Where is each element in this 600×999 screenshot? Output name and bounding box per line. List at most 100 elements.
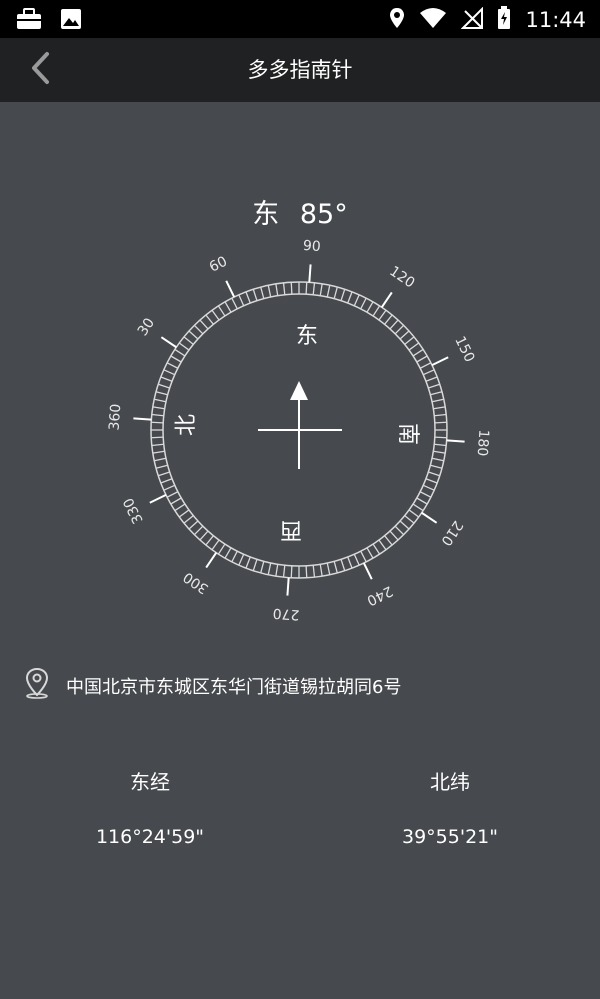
compass-degree-label: 150	[451, 334, 477, 365]
compass-major-tick	[286, 577, 290, 596]
compass-minor-tick	[434, 421, 447, 424]
heading-degrees: 85°	[299, 199, 348, 230]
compass-minor-tick	[188, 330, 199, 340]
latitude-label: 北纬	[430, 770, 470, 794]
compass-minor-tick	[360, 550, 367, 563]
compass-minor-tick	[378, 309, 387, 321]
compass-minor-tick	[252, 559, 258, 571]
wifi-icon	[419, 7, 447, 33]
compass-minor-tick	[152, 450, 165, 454]
compass-minor-tick	[416, 355, 428, 363]
compass-degree-label: 210	[437, 517, 465, 548]
compass-minor-tick	[245, 556, 251, 569]
compass-minor-tick	[434, 443, 447, 447]
compass-minor-tick	[394, 525, 405, 536]
compass-minor-tick	[404, 336, 415, 345]
back-button[interactable]	[18, 50, 62, 90]
compass-minor-tick	[340, 289, 346, 301]
compass-minor-tick	[151, 413, 164, 417]
compass-minor-tick	[178, 342, 190, 351]
status-bar: 11:44	[0, 0, 600, 38]
compass-minor-tick	[360, 297, 367, 310]
compass-major-tick	[446, 439, 465, 443]
compass-minor-tick	[166, 491, 179, 498]
compass-minor-tick	[275, 564, 279, 577]
compass-degree-label: 90	[302, 238, 321, 255]
compass-degree-label: 120	[386, 263, 417, 291]
compass-minor-tick	[422, 484, 435, 491]
no-signal-icon	[461, 6, 484, 33]
compass-degree-label: 180	[474, 429, 492, 457]
compass-dial: 901201501802102402703003303603060 东 南 西 …	[107, 238, 492, 623]
compass-minor-tick	[326, 285, 331, 298]
compass-minor-tick	[158, 383, 170, 389]
compass-minor-tick	[290, 565, 293, 578]
compass-major-tick	[380, 291, 393, 308]
compass-minor-tick	[267, 285, 272, 298]
compass-minor-tick	[238, 294, 245, 307]
compass-minor-tick	[366, 301, 374, 313]
compass-minor-tick	[199, 319, 209, 330]
compass-minor-tick	[282, 565, 286, 578]
compass-minor-tick	[378, 539, 387, 551]
compass-minor-tick	[231, 297, 238, 310]
compass-minor-tick	[366, 547, 374, 559]
compass-minor-tick	[333, 561, 338, 574]
compass-minor-tick	[389, 319, 399, 330]
compass-major-tick	[149, 493, 167, 504]
compass-minor-tick	[267, 562, 272, 575]
compass-minor-tick	[170, 497, 182, 505]
compass-minor-tick	[211, 539, 220, 551]
compass-minor-tick	[312, 282, 316, 295]
compass-minor-tick	[183, 336, 194, 345]
location-icon	[389, 7, 405, 33]
compass-major-tick	[225, 280, 236, 298]
compass-minor-tick	[158, 471, 170, 477]
cardinal-south: 南	[395, 423, 420, 445]
compass-minor-tick	[312, 565, 316, 578]
compass-needle-arrow	[290, 381, 308, 400]
compass-minor-tick	[412, 348, 424, 357]
compass-crosshair	[258, 381, 342, 469]
compass-minor-tick	[260, 561, 265, 574]
compass-minor-tick	[419, 491, 432, 498]
compass-minor-tick	[199, 530, 209, 541]
compass-degree-label: 360	[107, 403, 125, 431]
compass-minor-tick	[305, 565, 308, 578]
compass-minor-tick	[384, 535, 393, 546]
compass-minor-tick	[282, 282, 286, 295]
app-title: 多多指南针	[247, 58, 353, 82]
compass-minor-tick	[394, 324, 405, 335]
compass-minor-tick	[408, 509, 420, 518]
compass-degree-label: 300	[181, 568, 212, 596]
compass-major-tick	[133, 417, 152, 421]
compass-major-tick	[160, 336, 177, 349]
compass-minor-tick	[260, 286, 265, 299]
compass-minor-tick	[419, 362, 432, 369]
compass-minor-tick	[399, 330, 410, 340]
compass-minor-tick	[372, 305, 381, 317]
compass-minor-tick	[211, 309, 220, 321]
compass-minor-tick	[152, 406, 165, 410]
compass-minor-tick	[151, 421, 164, 424]
compass-minor-tick	[353, 553, 360, 566]
chevron-left-icon	[29, 51, 51, 89]
compass-minor-tick	[425, 478, 438, 484]
compass-minor-tick	[155, 464, 168, 469]
compass-degree-label: 30	[135, 315, 158, 339]
compass-degree-label: 60	[207, 254, 230, 276]
compass-minor-tick	[178, 509, 190, 518]
status-time: 11:44	[525, 8, 586, 32]
heading-direction: 东	[252, 199, 280, 230]
compass-minor-tick	[425, 376, 438, 382]
compass-major-tick	[308, 264, 312, 283]
compass-minor-tick	[384, 314, 393, 325]
compass-minor-tick	[174, 503, 186, 512]
compass-minor-tick	[319, 283, 323, 296]
compass-minor-tick	[193, 324, 204, 335]
compass-minor-tick	[412, 503, 424, 512]
compass-minor-tick	[340, 559, 346, 571]
compass-major-tick	[205, 552, 218, 569]
compass-minor-tick	[193, 525, 204, 536]
compass-minor-tick	[224, 301, 232, 313]
